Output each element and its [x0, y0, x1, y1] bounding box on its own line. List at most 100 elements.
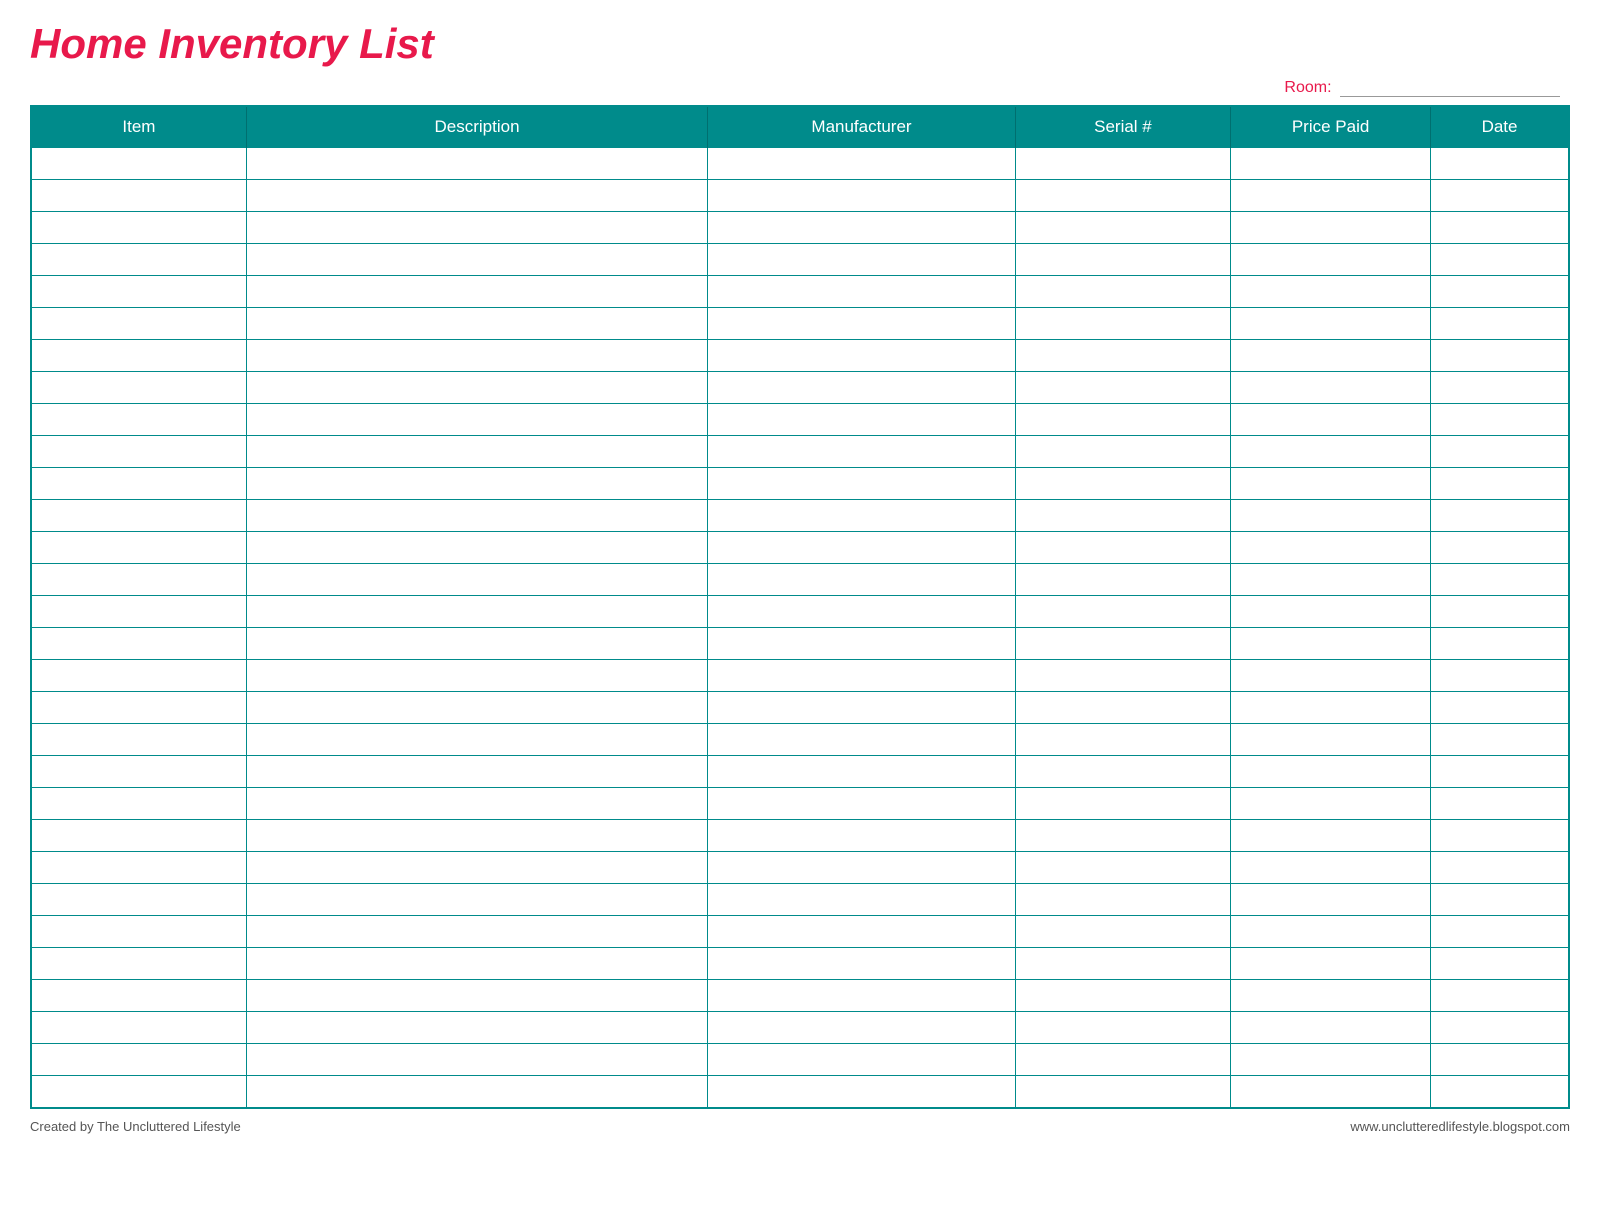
table-cell[interactable]: [1015, 148, 1230, 180]
table-cell[interactable]: [246, 628, 707, 660]
table-cell[interactable]: [1431, 916, 1569, 948]
table-cell[interactable]: [1015, 180, 1230, 212]
table-cell[interactable]: [708, 692, 1016, 724]
table-cell[interactable]: [31, 628, 246, 660]
table-cell[interactable]: [708, 1012, 1016, 1044]
table-cell[interactable]: [31, 276, 246, 308]
table-cell[interactable]: [31, 244, 246, 276]
table-cell[interactable]: [31, 308, 246, 340]
table-cell[interactable]: [708, 1044, 1016, 1076]
table-cell[interactable]: [1231, 980, 1431, 1012]
table-cell[interactable]: [1231, 1012, 1431, 1044]
table-cell[interactable]: [246, 948, 707, 980]
table-cell[interactable]: [1231, 532, 1431, 564]
table-cell[interactable]: [1015, 244, 1230, 276]
table-cell[interactable]: [31, 436, 246, 468]
table-cell[interactable]: [1015, 532, 1230, 564]
table-cell[interactable]: [1231, 788, 1431, 820]
table-cell[interactable]: [1231, 436, 1431, 468]
table-cell[interactable]: [31, 884, 246, 916]
table-cell[interactable]: [1431, 852, 1569, 884]
table-cell[interactable]: [708, 532, 1016, 564]
table-cell[interactable]: [1231, 852, 1431, 884]
table-cell[interactable]: [708, 628, 1016, 660]
table-cell[interactable]: [246, 372, 707, 404]
table-cell[interactable]: [708, 756, 1016, 788]
table-cell[interactable]: [31, 660, 246, 692]
table-cell[interactable]: [246, 180, 707, 212]
table-cell[interactable]: [1431, 980, 1569, 1012]
table-cell[interactable]: [1015, 756, 1230, 788]
table-cell[interactable]: [1015, 724, 1230, 756]
table-cell[interactable]: [246, 1076, 707, 1108]
table-cell[interactable]: [1231, 564, 1431, 596]
table-cell[interactable]: [1431, 756, 1569, 788]
table-cell[interactable]: [1015, 1012, 1230, 1044]
table-cell[interactable]: [1431, 1012, 1569, 1044]
table-cell[interactable]: [1231, 148, 1431, 180]
table-cell[interactable]: [1015, 308, 1230, 340]
table-cell[interactable]: [1231, 628, 1431, 660]
table-cell[interactable]: [1431, 212, 1569, 244]
table-cell[interactable]: [31, 148, 246, 180]
table-cell[interactable]: [1431, 884, 1569, 916]
table-cell[interactable]: [1431, 660, 1569, 692]
table-cell[interactable]: [1015, 1044, 1230, 1076]
table-cell[interactable]: [31, 212, 246, 244]
table-cell[interactable]: [1431, 820, 1569, 852]
table-cell[interactable]: [31, 340, 246, 372]
table-cell[interactable]: [1015, 788, 1230, 820]
table-cell[interactable]: [708, 788, 1016, 820]
table-cell[interactable]: [246, 884, 707, 916]
table-cell[interactable]: [246, 532, 707, 564]
table-cell[interactable]: [1431, 244, 1569, 276]
table-cell[interactable]: [708, 372, 1016, 404]
table-cell[interactable]: [708, 884, 1016, 916]
table-cell[interactable]: [1015, 628, 1230, 660]
table-cell[interactable]: [708, 276, 1016, 308]
table-cell[interactable]: [246, 340, 707, 372]
table-cell[interactable]: [708, 916, 1016, 948]
table-cell[interactable]: [1431, 340, 1569, 372]
table-cell[interactable]: [31, 1044, 246, 1076]
table-cell[interactable]: [1015, 500, 1230, 532]
table-cell[interactable]: [246, 212, 707, 244]
table-cell[interactable]: [1231, 596, 1431, 628]
table-cell[interactable]: [1431, 500, 1569, 532]
table-cell[interactable]: [1431, 372, 1569, 404]
table-cell[interactable]: [708, 564, 1016, 596]
table-cell[interactable]: [1231, 692, 1431, 724]
table-cell[interactable]: [31, 500, 246, 532]
table-cell[interactable]: [1015, 340, 1230, 372]
table-cell[interactable]: [31, 180, 246, 212]
table-cell[interactable]: [1231, 916, 1431, 948]
table-cell[interactable]: [246, 980, 707, 1012]
table-cell[interactable]: [246, 404, 707, 436]
table-cell[interactable]: [1431, 276, 1569, 308]
table-cell[interactable]: [1015, 660, 1230, 692]
table-cell[interactable]: [1431, 308, 1569, 340]
table-cell[interactable]: [1015, 564, 1230, 596]
table-cell[interactable]: [31, 1012, 246, 1044]
table-cell[interactable]: [246, 692, 707, 724]
table-cell[interactable]: [31, 948, 246, 980]
table-cell[interactable]: [708, 148, 1016, 180]
table-cell[interactable]: [1431, 724, 1569, 756]
table-cell[interactable]: [246, 916, 707, 948]
table-cell[interactable]: [1015, 276, 1230, 308]
table-cell[interactable]: [1015, 372, 1230, 404]
table-cell[interactable]: [246, 148, 707, 180]
table-cell[interactable]: [31, 692, 246, 724]
table-cell[interactable]: [1015, 468, 1230, 500]
table-cell[interactable]: [1431, 436, 1569, 468]
table-cell[interactable]: [1431, 596, 1569, 628]
table-cell[interactable]: [708, 340, 1016, 372]
table-cell[interactable]: [1231, 948, 1431, 980]
table-cell[interactable]: [1231, 308, 1431, 340]
table-cell[interactable]: [1015, 596, 1230, 628]
table-cell[interactable]: [246, 564, 707, 596]
table-cell[interactable]: [1015, 212, 1230, 244]
table-cell[interactable]: [246, 1012, 707, 1044]
table-cell[interactable]: [1231, 1044, 1431, 1076]
table-cell[interactable]: [1231, 756, 1431, 788]
